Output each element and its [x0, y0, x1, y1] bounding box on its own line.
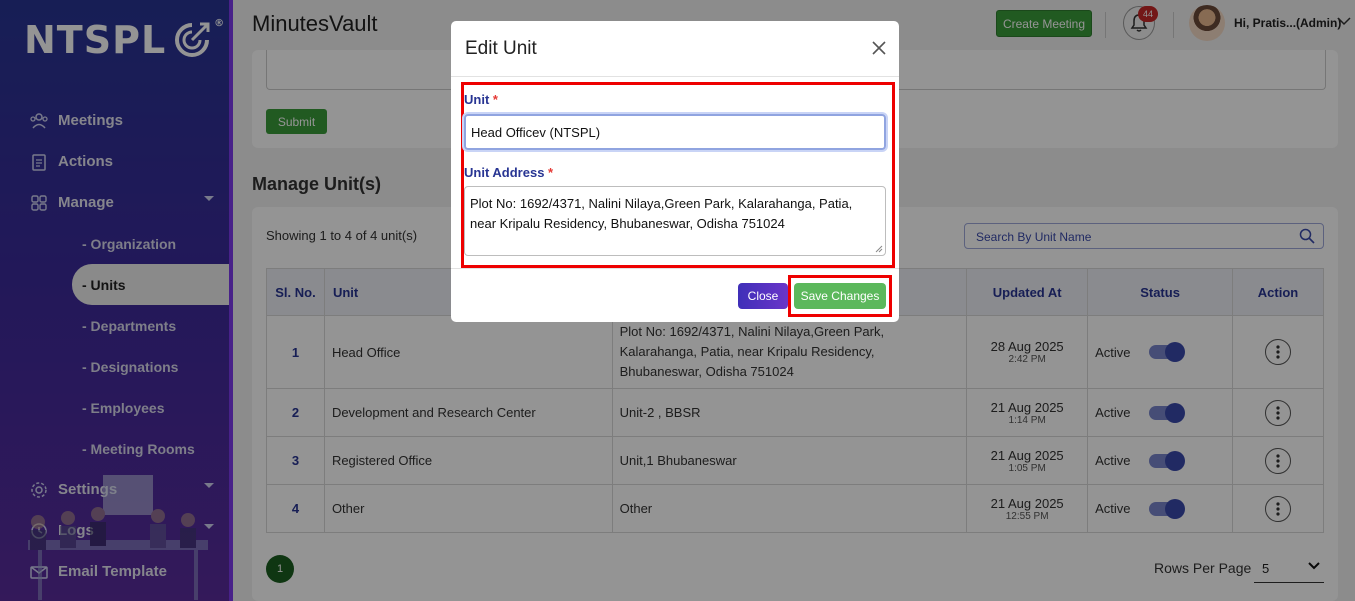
- modal-divider: [451, 76, 899, 77]
- unit-label: Unit *: [464, 92, 498, 107]
- required-mark: *: [548, 165, 554, 180]
- resize-handle-icon[interactable]: [875, 245, 883, 253]
- unit-input-value: Head Officev (NTSPL): [471, 124, 601, 140]
- unit-address-textarea[interactable]: Plot No: 1692/4371, Nalini Nilaya,Green …: [464, 186, 886, 256]
- unit-address-value: Plot No: 1692/4371, Nalini Nilaya,Green …: [470, 196, 853, 231]
- unit-label-text: Unit: [464, 92, 490, 107]
- unit-address-label: Unit Address *: [464, 165, 553, 180]
- save-changes-button[interactable]: Save Changes: [794, 283, 886, 309]
- unit-input[interactable]: Head Officev (NTSPL): [464, 114, 886, 150]
- close-icon[interactable]: [871, 40, 887, 56]
- modal-footer-divider: [451, 268, 899, 269]
- close-button[interactable]: Close: [738, 283, 788, 309]
- edit-unit-modal: Edit Unit Unit * Head Officev (NTSPL) Un…: [451, 21, 899, 322]
- modal-title: Edit Unit: [465, 38, 537, 59]
- required-mark: *: [492, 92, 498, 107]
- unit-address-label-text: Unit Address: [464, 165, 545, 180]
